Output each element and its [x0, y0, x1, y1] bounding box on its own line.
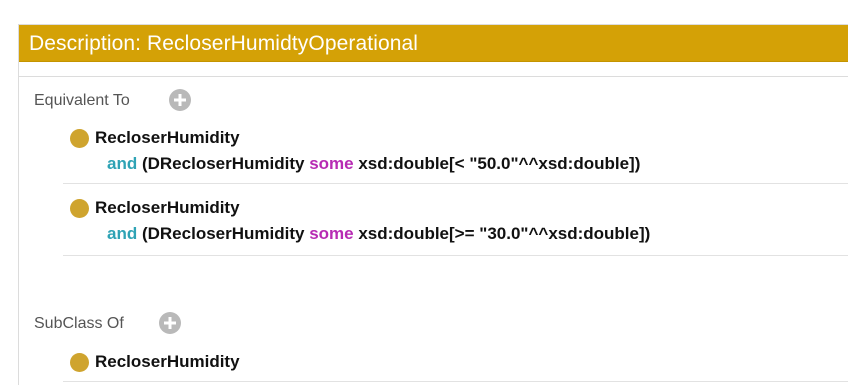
description-title: Description: RecloserHumidtyOperational — [29, 32, 419, 55]
class-name: RecloserHumidity — [95, 352, 240, 371]
class-circle-icon — [70, 353, 89, 372]
class-expression: and (DRecloserHumidity some xsd:double[<… — [107, 154, 640, 174]
equivalent-entry-2[interactable]: RecloserHumidity and (DRecloserHumidity … — [63, 193, 848, 256]
class-name: RecloserHumidity — [95, 128, 240, 147]
datatype-restriction: xsd:double[< "50.0"^^xsd:double]) — [358, 154, 641, 173]
class-circle-icon — [70, 199, 89, 218]
keyword-some: some — [309, 154, 354, 173]
equivalent-entry-1[interactable]: RecloserHumidity and (DRecloserHumidity … — [63, 123, 848, 184]
plus-icon — [174, 94, 186, 106]
keyword-some: some — [309, 224, 354, 243]
subclass-entry-1[interactable]: RecloserHumidity — [63, 347, 848, 382]
plus-icon — [164, 317, 176, 329]
description-header: Description: RecloserHumidtyOperational — [19, 25, 848, 62]
subclass-of-label: SubClass Of — [34, 315, 124, 332]
description-panel: Description: RecloserHumidtyOperational … — [18, 24, 848, 385]
header-separator — [19, 62, 848, 77]
add-subclass-button[interactable] — [159, 312, 181, 334]
datatype-restriction: xsd:double[>= "30.0"^^xsd:double]) — [358, 224, 651, 243]
keyword-and: and — [107, 154, 138, 173]
property-name: (DRecloserHumidity — [141, 154, 305, 173]
property-name: (DRecloserHumidity — [141, 224, 305, 243]
add-equivalent-button[interactable] — [169, 89, 191, 111]
class-circle-icon — [70, 129, 89, 148]
keyword-and: and — [107, 224, 138, 243]
class-name: RecloserHumidity — [95, 198, 240, 217]
class-expression: and (DRecloserHumidity some xsd:double[>… — [107, 224, 650, 244]
equivalent-to-label: Equivalent To — [34, 92, 130, 109]
